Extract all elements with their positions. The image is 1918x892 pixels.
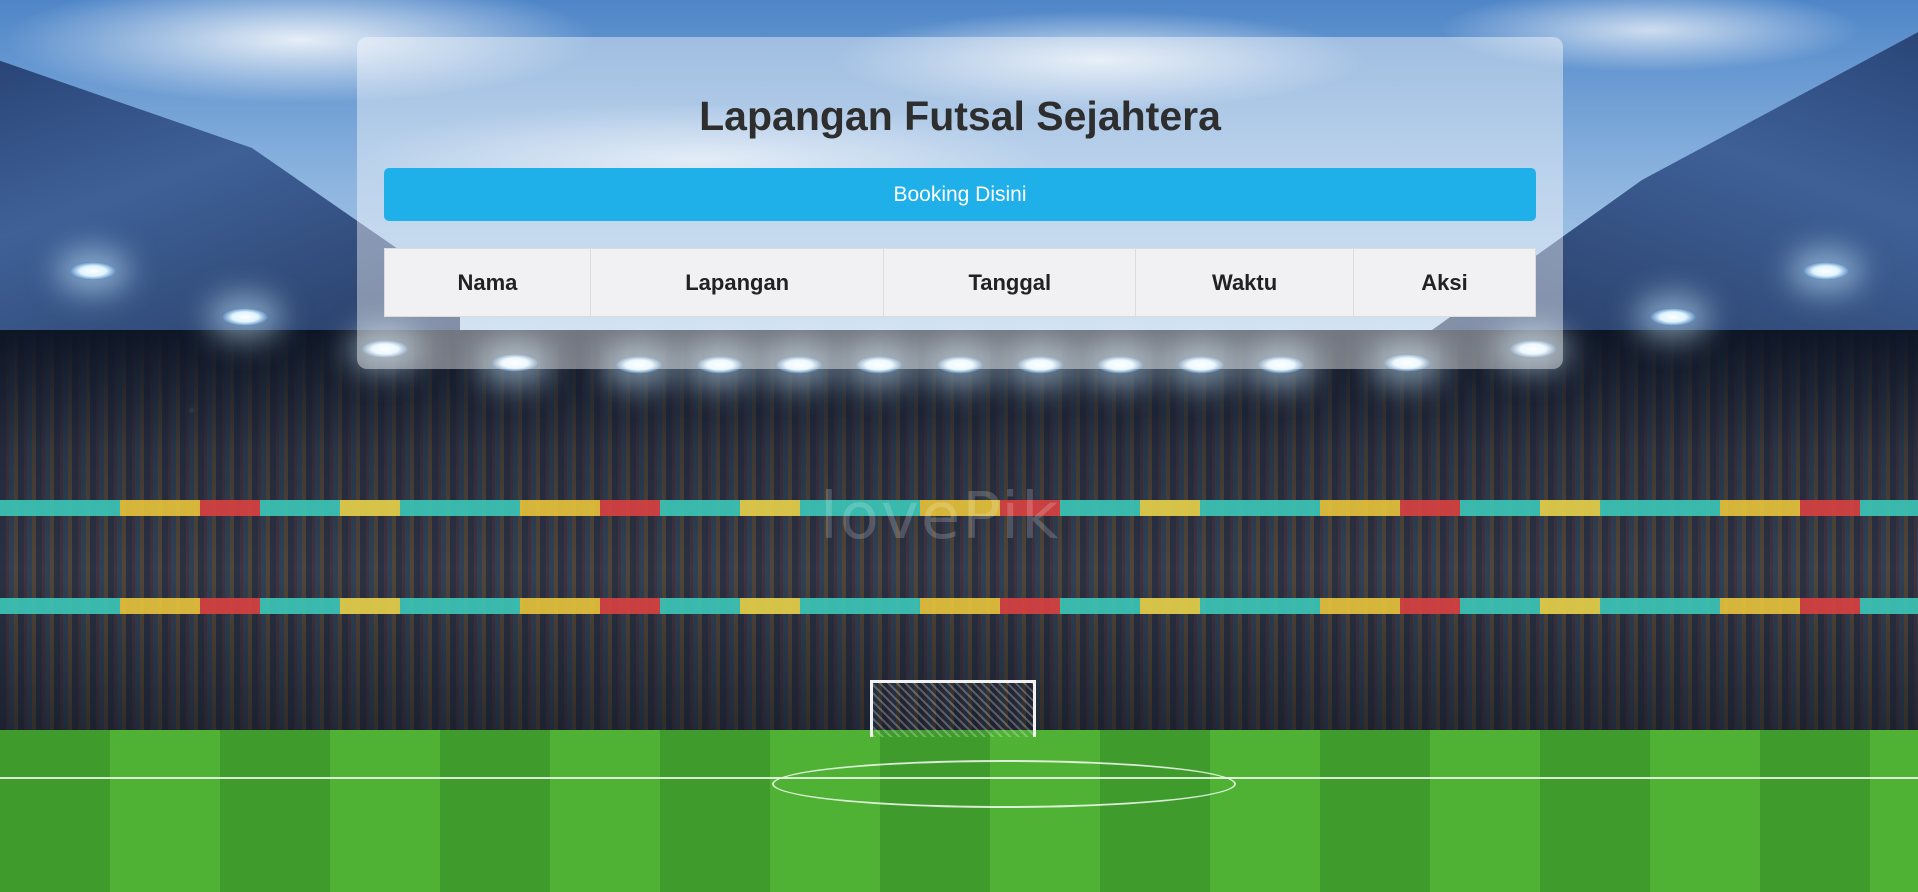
- column-header-aksi: Aksi: [1353, 248, 1536, 317]
- table-header: Nama Lapangan Tanggal Waktu Aksi: [384, 248, 1536, 317]
- ad-banner-lower: [0, 598, 1918, 614]
- goal-net: [870, 680, 1036, 737]
- page-title: Lapangan Futsal Sejahtera: [699, 93, 1221, 139]
- football-pitch: [0, 730, 1918, 892]
- column-header-nama: Nama: [384, 248, 591, 317]
- center-circle: [772, 760, 1236, 808]
- column-header-lapangan: Lapangan: [589, 248, 885, 317]
- floodlight-icon: [222, 308, 268, 326]
- booking-table: Nama Lapangan Tanggal Waktu Aksi: [384, 248, 1536, 317]
- column-header-waktu: Waktu: [1135, 248, 1355, 317]
- table-header-row: Nama Lapangan Tanggal Waktu Aksi: [384, 248, 1536, 317]
- watermark: lovePik: [820, 480, 1061, 554]
- floodlight-icon: [70, 262, 116, 280]
- booking-card: Lapangan Futsal Sejahtera Booking Disini…: [357, 37, 1563, 369]
- column-header-tanggal: Tanggal: [883, 248, 1137, 317]
- floodlight-icon: [1650, 308, 1696, 326]
- floodlight-icon: [1803, 262, 1849, 280]
- booking-button[interactable]: Booking Disini: [384, 168, 1536, 221]
